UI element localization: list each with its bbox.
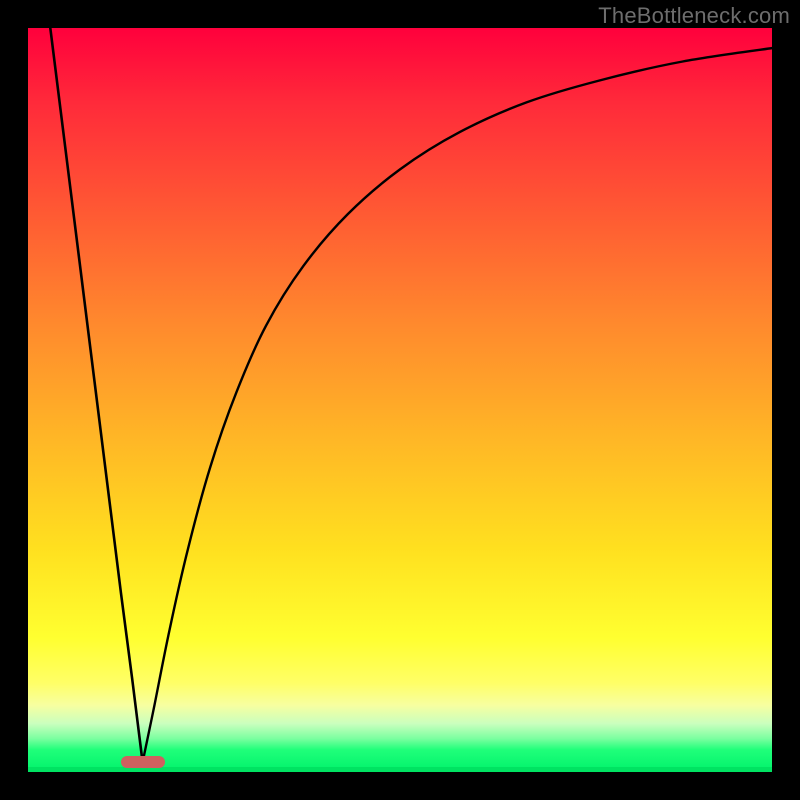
watermark-text: TheBottleneck.com <box>598 3 790 29</box>
curve-left-branch <box>50 28 142 762</box>
optimum-marker <box>121 756 165 768</box>
bottleneck-curve <box>28 28 772 772</box>
chart-frame: TheBottleneck.com <box>0 0 800 800</box>
plot-area <box>28 28 772 772</box>
curve-right-branch <box>143 48 772 762</box>
